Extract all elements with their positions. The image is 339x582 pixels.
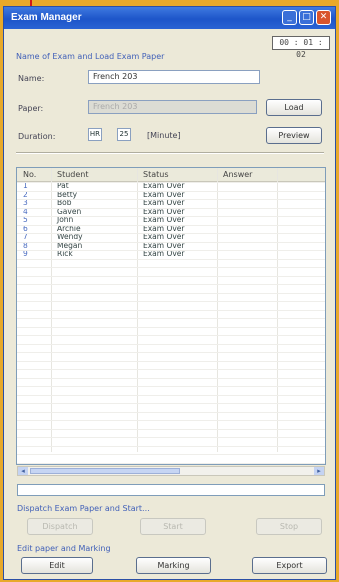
paper-field: French 203: [88, 100, 257, 114]
table-row[interactable]: 9 Rick Exam Over: [17, 249, 325, 259]
row-gridline: [17, 394, 325, 396]
table-body: 1 Pat Exam Over 2 Betty Exam Over 3 Bob Exam Ove…: [17, 181, 325, 259]
row-gridline: [17, 454, 325, 455]
row-gridline: [17, 216, 325, 217]
row-gridline: [17, 326, 325, 328]
load-button[interactable]: Load: [266, 99, 322, 116]
stop-button[interactable]: Stop: [256, 518, 322, 535]
exam-name-field[interactable]: French 203: [88, 70, 260, 84]
row-gridline: [17, 199, 325, 200]
load-group-title: Name of Exam and Load Exam Paper: [16, 52, 165, 61]
marking-button[interactable]: Marking: [136, 557, 211, 574]
row-gridline: [17, 309, 325, 311]
row-gridline: [17, 428, 325, 430]
row-gridline: [17, 301, 325, 302]
exam-manager-window: Exam Manager _ □ ✕ 00 : 01 : 02 Name of …: [3, 6, 336, 580]
row-gridline: [17, 182, 325, 183]
row-gridline: [17, 233, 325, 234]
row-gridline: [17, 445, 325, 447]
student-name: Rick: [57, 249, 73, 258]
divider: [16, 152, 324, 154]
row-gridline: [17, 224, 325, 226]
table-header: No. Student Status Answer: [17, 168, 325, 182]
edit-group-title: Edit paper and Marking: [17, 544, 111, 553]
horizontal-scrollbar[interactable]: ◂ ▸: [17, 466, 325, 476]
row-gridline: [17, 250, 325, 251]
row-gridline: [17, 284, 325, 285]
row-gridline: [17, 275, 325, 277]
exam-status: Exam Over: [143, 249, 185, 258]
minimize-button[interactable]: _: [282, 10, 297, 25]
row-gridline: [17, 411, 325, 413]
col-header-answer[interactable]: Answer: [223, 170, 252, 179]
scroll-thumb[interactable]: [30, 468, 180, 474]
maximize-button[interactable]: □: [299, 10, 314, 25]
scroll-right-icon[interactable]: ▸: [314, 467, 324, 475]
row-gridline: [17, 369, 325, 370]
edit-button[interactable]: Edit: [21, 557, 93, 574]
row-gridline: [17, 386, 325, 387]
scroll-left-icon[interactable]: ◂: [18, 467, 28, 475]
row-gridline: [17, 343, 325, 345]
row-gridline: [17, 462, 325, 464]
paper-label: Paper:: [18, 104, 44, 113]
progress-bar: [17, 484, 325, 496]
name-label: Name:: [18, 74, 45, 83]
col-header-student[interactable]: Student: [57, 170, 89, 179]
dispatch-group-title: Dispatch Exam Paper and Start...: [17, 504, 150, 513]
timer-display: 00 : 01 : 02: [272, 36, 330, 59]
title-bar: Exam Manager _ □ ✕: [4, 7, 335, 29]
duration-unit-label: [Minute]: [147, 131, 181, 140]
row-gridline: [17, 377, 325, 379]
row-gridline: [17, 318, 325, 319]
col-header-status[interactable]: Status: [143, 170, 169, 179]
row-gridline: [17, 207, 325, 209]
row-gridline: [17, 437, 325, 438]
row-gridline: [17, 420, 325, 421]
row-gridline: [17, 267, 325, 268]
row-gridline: [17, 335, 325, 336]
close-button[interactable]: ✕: [316, 10, 331, 25]
row-gridline: [17, 241, 325, 243]
student-table[interactable]: No. Student Status Answer 1 Pat Exam Over 2…: [16, 167, 326, 465]
duration-label: Duration:: [18, 132, 56, 141]
row-gridline: [17, 190, 325, 192]
row-gridline: [17, 258, 325, 260]
window-title: Exam Manager: [11, 12, 82, 23]
col-header-no[interactable]: No.: [23, 170, 36, 179]
duration-minutes-field[interactable]: 25: [117, 128, 131, 141]
dispatch-button[interactable]: Dispatch: [27, 518, 93, 535]
row-gridline: [17, 292, 325, 294]
row-gridline: [17, 403, 325, 404]
duration-hours-field[interactable]: HR: [88, 128, 102, 141]
start-button[interactable]: Start: [140, 518, 206, 535]
row-number: 9: [23, 249, 28, 258]
preview-button[interactable]: Preview: [266, 127, 322, 144]
row-gridline: [17, 352, 325, 353]
export-button[interactable]: Export: [252, 557, 327, 574]
row-gridline: [17, 360, 325, 362]
